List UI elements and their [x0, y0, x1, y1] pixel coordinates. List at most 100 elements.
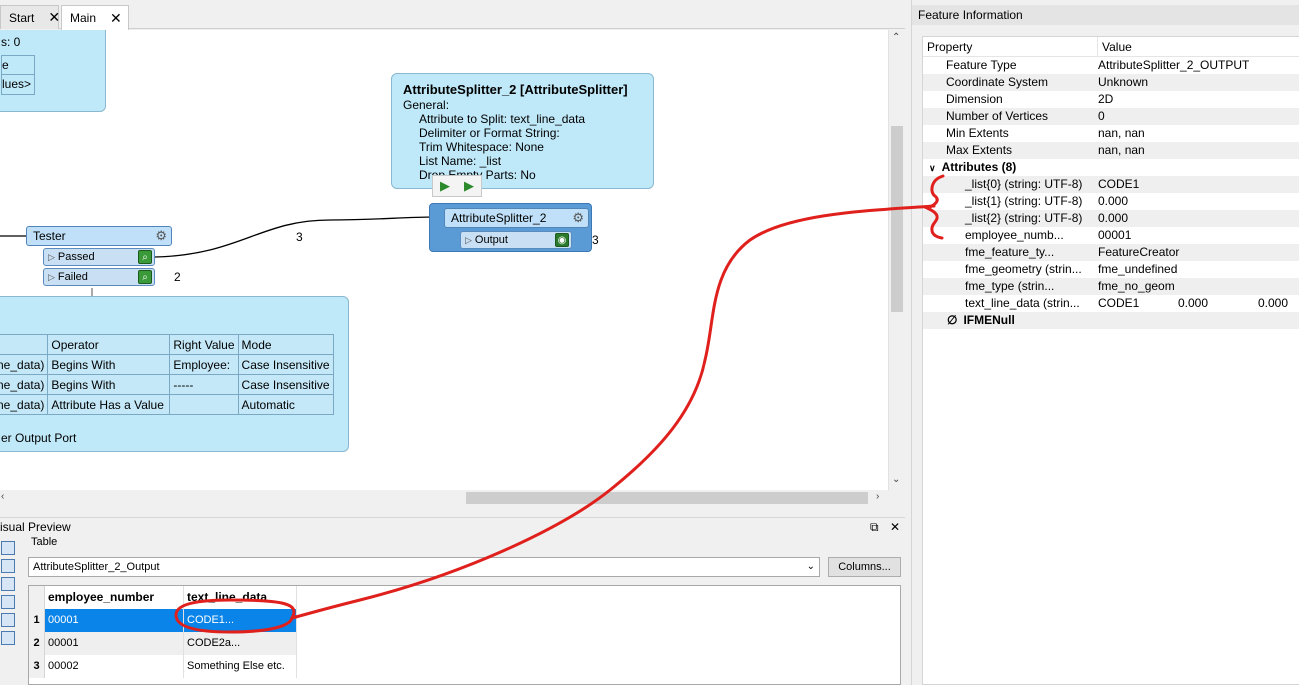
tester-failed-port[interactable]: ▷ Failed ⌕	[43, 268, 155, 286]
tab-bar: Start ✕ Main ✕	[0, 0, 905, 30]
scroll-down-icon[interactable]: ⌄	[892, 474, 900, 485]
scroll-left-icon[interactable]: ‹	[1, 491, 4, 502]
column-header[interactable]: employee_number	[45, 586, 184, 609]
attribute-row[interactable]: _list{1} (string: UTF-8) 0.000	[923, 193, 1299, 210]
splitter-output-port[interactable]: ▷ Output ◉	[460, 231, 572, 249]
table-cell[interactable]: 00001	[45, 609, 184, 632]
null-label: IFMENull	[963, 313, 1015, 327]
table-row[interactable]: 1 00001 CODE1...	[29, 609, 900, 632]
property-row[interactable]: Number of Vertices 0	[923, 108, 1299, 125]
table-cell[interactable]: 00002	[45, 655, 184, 678]
view-icon[interactable]	[1, 541, 15, 555]
close-icon[interactable]: ✕	[104, 10, 128, 27]
tester-transformer[interactable]: Tester ⚙	[26, 226, 172, 246]
attribute-row[interactable]: _list{2} (string: UTF-8) 0.000	[923, 210, 1299, 227]
failed-count: 2	[174, 270, 181, 284]
property-name: Min Extents	[946, 126, 1009, 140]
tab-start[interactable]: Start ✕	[0, 5, 60, 29]
list-value: 0.000	[1178, 296, 1209, 310]
attribute-name: employee_numb...	[965, 228, 1064, 242]
table-cell[interactable]: CODE1...	[184, 609, 297, 632]
canvas-horizontal-scrollbar[interactable]: ‹ ›	[0, 490, 888, 506]
inspect-active-icon[interactable]: ◉	[555, 233, 569, 247]
chevron-down-icon[interactable]: ∨	[929, 163, 936, 173]
attribute-row[interactable]: employee_numb... 00001	[923, 227, 1299, 244]
table-cell[interactable]: Something Else etc.	[184, 655, 297, 678]
table-icon[interactable]	[1, 577, 15, 591]
column-header[interactable]: Value	[1098, 37, 1299, 56]
table-cell[interactable]: 00001	[45, 632, 184, 655]
attribute-value: fme_no_geom	[1098, 279, 1175, 293]
property-row[interactable]: Max Extents nan, nan	[923, 142, 1299, 159]
refresh-icon[interactable]	[1, 595, 15, 609]
property-value: 0	[1098, 109, 1105, 123]
property-name: Number of Vertices	[946, 109, 1049, 123]
link-count: 3	[296, 230, 303, 244]
canvas-vertical-scrollbar[interactable]: ⌃ ⌄	[888, 30, 904, 490]
scroll-right-icon[interactable]: ›	[876, 491, 879, 502]
row-number: 2	[29, 632, 45, 655]
property-value: Unknown	[1098, 75, 1149, 89]
columns-button[interactable]: Columns...	[828, 557, 901, 577]
attribute-name: fme_feature_ty...	[965, 245, 1055, 259]
list-value: 0.000	[1258, 296, 1289, 310]
scroll-corner	[888, 490, 904, 506]
attribute-value: 00001	[1098, 228, 1132, 242]
gear-icon[interactable]: ⚙	[572, 210, 584, 226]
attribute-row[interactable]: fme_feature_ty... FeatureCreator	[923, 244, 1299, 261]
row-number-header	[29, 586, 45, 609]
table-label: Table	[31, 536, 58, 548]
triangle-icon: ▷	[48, 251, 55, 262]
scrollbar-thumb[interactable]	[466, 492, 868, 504]
preview-table: employee_number text_line_data 1 00001 C…	[28, 585, 901, 685]
attribute-value: CODE1	[1098, 177, 1140, 191]
output-count: 3	[592, 233, 599, 247]
row-number: 3	[29, 655, 45, 678]
property-value: nan, nan	[1098, 143, 1145, 157]
table-row[interactable]: 3 00002 Something Else etc.	[29, 655, 900, 678]
transformer-header[interactable]: AttributeSplitter_2 ⚙	[444, 208, 589, 228]
table-cell[interactable]: CODE2a...	[184, 632, 297, 655]
tester-passed-port[interactable]: ▷ Passed ⌕	[43, 248, 155, 266]
inspect-icon[interactable]: ⌕	[138, 250, 152, 264]
feature-type-select[interactable]: AttributeSplitter_2_Output ⌄	[28, 557, 820, 577]
null-row[interactable]: ∅ IFMENull	[923, 312, 1299, 329]
feature-information-panel: Feature Information Property Value Featu…	[911, 0, 1299, 685]
gear-icon[interactable]: ⚙	[155, 228, 167, 244]
attributesplitter-transformer[interactable]: AttributeSplitter_2 ⚙ ▷ Output ◉	[429, 203, 592, 252]
close-icon[interactable]: ✕	[890, 518, 900, 536]
tools-icon[interactable]	[1, 631, 15, 645]
attribute-name: fme_geometry (strin...	[965, 262, 1082, 276]
column-header[interactable]: text_line_data	[184, 586, 297, 609]
attribute-value: FeatureCreator	[1098, 245, 1180, 259]
workspace-canvas[interactable]: s: 0 e lues> AttributeSplitter_2 [Attrib…	[0, 30, 888, 490]
port-label: Output	[474, 234, 508, 246]
column-header[interactable]: Property	[923, 37, 1098, 56]
property-value: AttributeSplitter_2_OUTPUT	[1098, 58, 1250, 72]
attribute-row[interactable]: fme_geometry (strin... fme_undefined	[923, 261, 1299, 278]
property-value	[1098, 159, 1299, 176]
port-label: Failed	[57, 271, 88, 283]
attribute-row[interactable]: fme_type (strin... fme_no_geom	[923, 278, 1299, 295]
property-row[interactable]: Min Extents nan, nan	[923, 125, 1299, 142]
attributes-group-row[interactable]: ∨ Attributes (8)	[923, 159, 1299, 176]
visual-preview-titlebar: isual Preview ⧉ ✕	[0, 517, 905, 535]
attribute-name: text_line_data (strin...	[965, 296, 1080, 310]
table-header-row: employee_number text_line_data	[29, 586, 900, 609]
scroll-up-icon[interactable]: ⌃	[892, 32, 900, 43]
attribute-row[interactable]: text_line_data (strin... CODE1 0.000 0.0…	[923, 295, 1299, 312]
table-row[interactable]: 2 00001 CODE2a...	[29, 632, 900, 655]
property-row[interactable]: Coordinate System Unknown	[923, 74, 1299, 91]
property-row[interactable]: Feature Type AttributeSplitter_2_OUTPUT	[923, 57, 1299, 74]
row-number: 1	[29, 609, 45, 632]
scrollbar-thumb[interactable]	[891, 126, 903, 312]
float-icon[interactable]: ⧉	[870, 518, 879, 536]
tab-start-label: Start	[9, 10, 35, 25]
list-value: CODE1	[1098, 296, 1140, 310]
inspect-icon[interactable]: ⌕	[138, 270, 152, 284]
window-icon[interactable]	[1, 559, 15, 573]
attribute-row[interactable]: _list{0} (string: UTF-8) CODE1	[923, 176, 1299, 193]
info-icon[interactable]	[1, 613, 15, 627]
property-row[interactable]: Dimension 2D	[923, 91, 1299, 108]
tab-main[interactable]: Main ✕	[61, 5, 129, 30]
